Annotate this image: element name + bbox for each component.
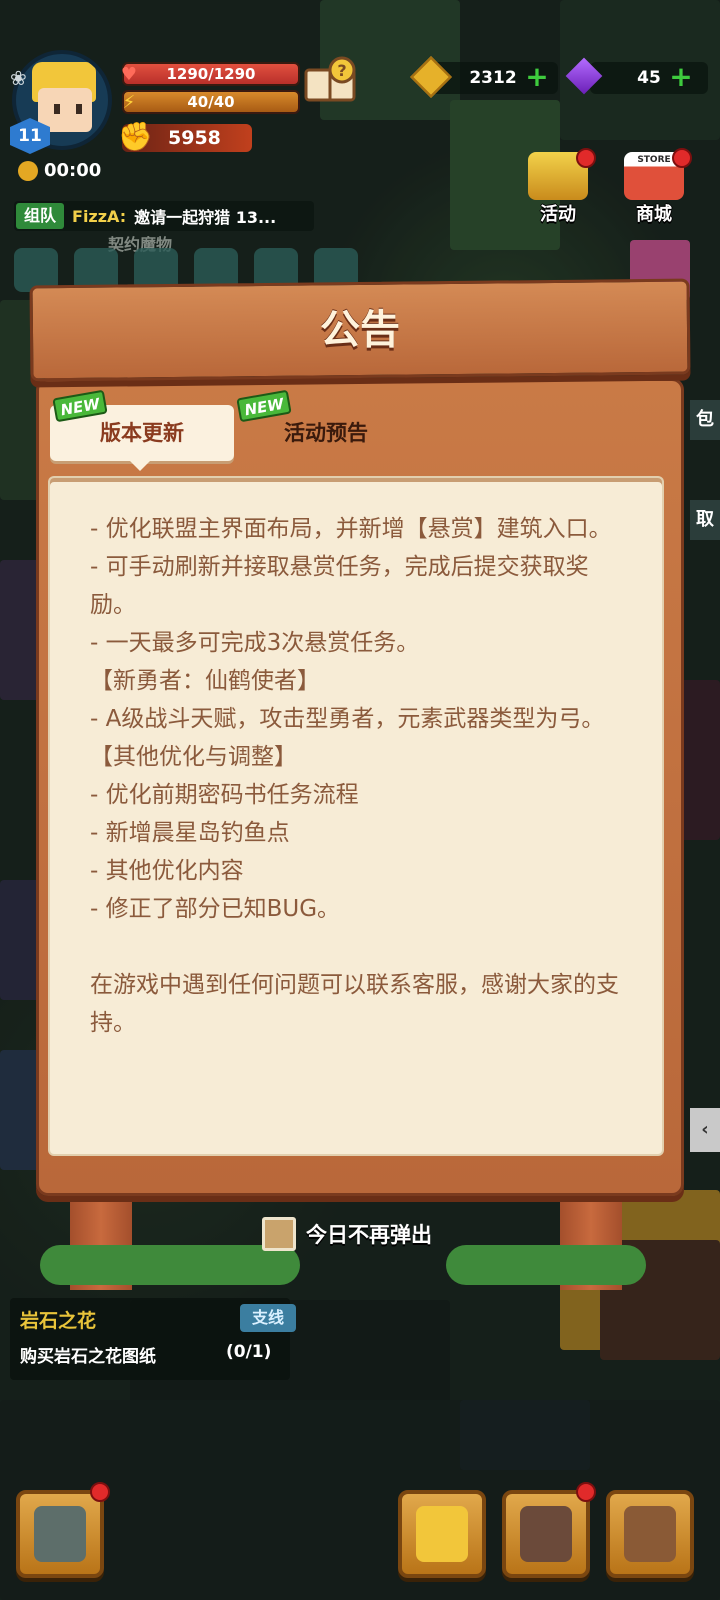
bag-side-label[interactable]: 包 xyxy=(690,400,720,440)
hp-bar: 1290/1290 xyxy=(122,62,300,86)
svg-text:?: ? xyxy=(337,61,346,80)
expand-arrow-icon[interactable]: ‹ xyxy=(690,1108,720,1152)
notice-line: - 优化联盟主界面布局，并新增【悬赏】建筑入口。 xyxy=(90,516,612,542)
sun-icon xyxy=(18,160,38,181)
heart-icon: ♥ xyxy=(120,63,138,85)
dont-show-today-checkbox[interactable] xyxy=(262,1217,296,1251)
notification-dot xyxy=(90,1482,110,1502)
fist-icon: ✊ xyxy=(118,120,153,153)
notification-dot xyxy=(576,1482,596,1502)
team-invite-bar[interactable]: 组队 FizzA: 邀请一起狩猎 13... xyxy=(14,201,314,231)
backpack-icon xyxy=(624,1506,676,1562)
notice-line: - 可手动刷新并接取悬赏任务，完成后提交获取奖励。 xyxy=(90,554,589,618)
energy-bar: 40/40 xyxy=(122,90,300,114)
dialog-title: 公告 xyxy=(320,307,400,353)
hero-icon xyxy=(416,1506,468,1562)
quest-title: 岩石之花 xyxy=(20,1310,97,1332)
notification-dot xyxy=(576,148,596,168)
notification-dot xyxy=(672,148,692,168)
pets-button[interactable] xyxy=(502,1490,590,1578)
notice-line: - 一天最多可完成3次悬赏任务。 xyxy=(90,630,420,656)
quest-tag: 支线 xyxy=(240,1304,296,1332)
notice-content[interactable]: - 优化联盟主界面布局，并新增【悬赏】建筑入口。 - 可手动刷新并接取悬赏任务，… xyxy=(90,510,630,1042)
notice-line: 【新勇者：仙鹤使者】 xyxy=(90,668,320,694)
pets-icon xyxy=(520,1506,572,1562)
hero-button[interactable] xyxy=(398,1490,486,1578)
shop-button[interactable]: STORE 商城 xyxy=(612,148,696,228)
timer: 00:00 xyxy=(18,160,101,181)
team-tag: 组队 xyxy=(16,203,65,229)
grass-left xyxy=(40,1245,300,1285)
dont-show-today-label: 今日不再弹出 xyxy=(306,1223,432,1247)
add-gem-plus-icon[interactable]: + xyxy=(668,63,694,91)
codebook-icon[interactable]: ? xyxy=(302,56,358,106)
take-side-label[interactable]: 取 xyxy=(690,500,720,540)
notice-line: 【其他优化与调整】 xyxy=(90,744,297,770)
hammer-icon xyxy=(34,1506,86,1562)
grass-right xyxy=(446,1245,646,1285)
notice-line: - 其他优化内容 xyxy=(90,858,244,884)
notice-line: - 新增晨星岛钓鱼点 xyxy=(90,820,290,846)
dont-show-today-row[interactable]: 今日不再弹出 xyxy=(262,1217,432,1251)
notice-line: - 优化前期密码书任务流程 xyxy=(90,782,359,808)
notice-line: - A级战斗天赋，攻击型勇者，元素武器类型为弓。 xyxy=(90,706,605,732)
quest-description: 购买岩石之花图纸 xyxy=(20,1347,156,1367)
team-message: 邀请一起狩猎 13... xyxy=(134,208,277,227)
activity-button[interactable]: 活动 xyxy=(516,148,600,228)
build-hammer-button[interactable] xyxy=(16,1490,104,1578)
backpack-button[interactable] xyxy=(606,1490,694,1578)
team-sender-name: FizzA: xyxy=(72,206,127,226)
wing-icon: ❀ xyxy=(10,66,27,90)
notice-footer: 在游戏中遇到任何问题可以联系客服，感谢大家的支持。 xyxy=(90,972,619,1036)
lightning-icon: ⚡ xyxy=(122,91,136,113)
notice-line: - 修正了部分已知BUG。 xyxy=(90,896,341,922)
add-gold-plus-icon[interactable]: + xyxy=(524,63,550,91)
quest-progress: (0/1) xyxy=(226,1342,272,1362)
